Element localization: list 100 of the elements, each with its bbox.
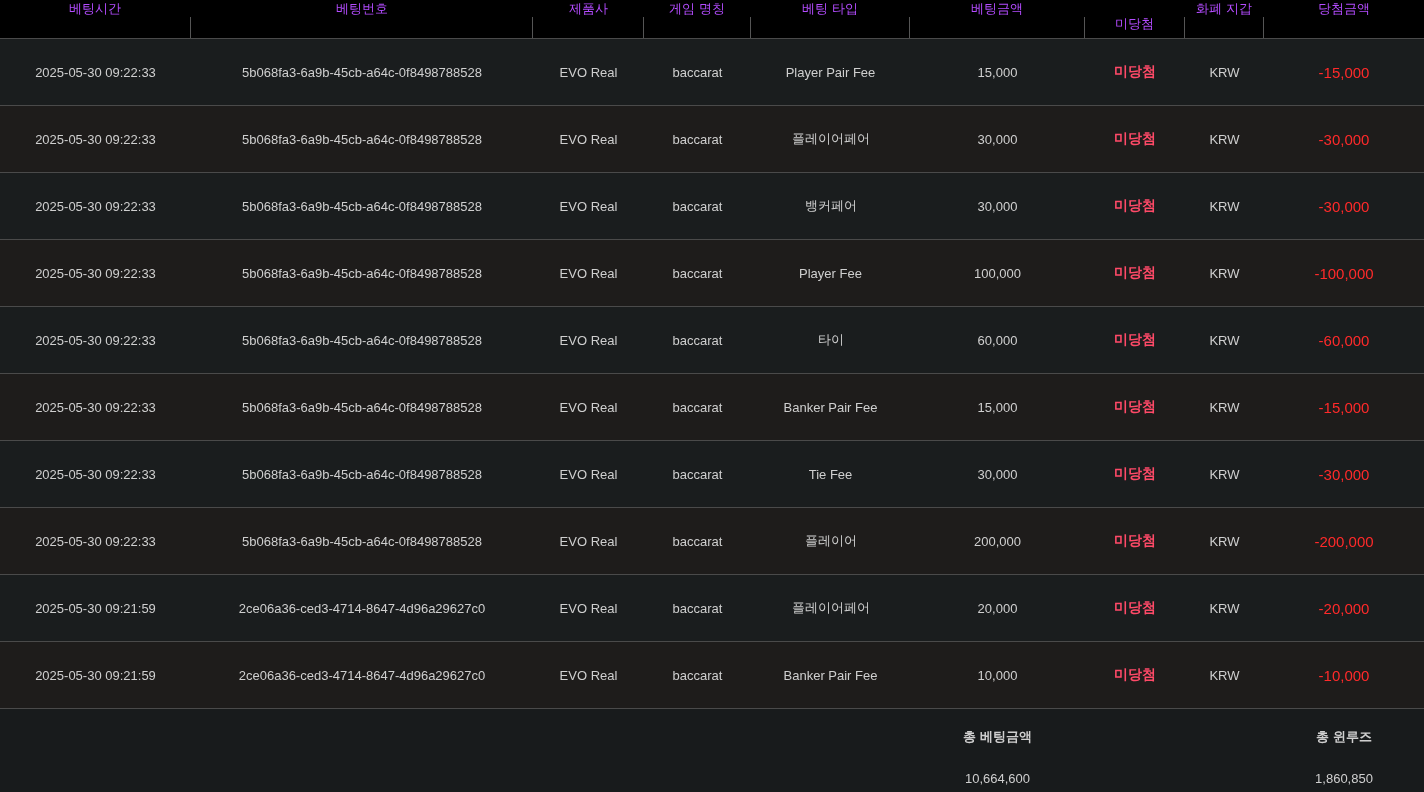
- bet-amount: 15,000: [977, 399, 1018, 415]
- bet-number: 5b068fa3-6a9b-45cb-a64c-0f8498788528: [242, 64, 482, 80]
- bet-type: Banker Pair Fee: [783, 399, 878, 415]
- bet-time: 2025-05-30 09:22:33: [35, 265, 156, 281]
- result-status: 미당첨: [1114, 398, 1156, 416]
- bet-time: 2025-05-30 09:22:33: [35, 64, 156, 80]
- bet-time: 2025-05-30 09:21:59: [35, 667, 156, 683]
- bet-type: 플레이어: [804, 532, 857, 550]
- game-name: baccarat: [672, 399, 723, 415]
- bet-amount: 15,000: [977, 64, 1018, 80]
- win-amount: -20,000: [1318, 599, 1370, 617]
- currency: KRW: [1209, 533, 1240, 549]
- bet-time: 2025-05-30 09:22:33: [35, 466, 156, 482]
- bet-time: 2025-05-30 09:21:59: [35, 600, 156, 616]
- provider-name: EVO Real: [559, 64, 618, 80]
- win-amount: -30,000: [1318, 130, 1370, 148]
- bet-amount: 30,000: [977, 131, 1018, 147]
- bet-type: Player Pair Fee: [785, 64, 876, 80]
- game-name: baccarat: [672, 198, 723, 214]
- provider-name: EVO Real: [559, 198, 618, 214]
- win-amount: -200,000: [1314, 532, 1374, 550]
- bet-number: 5b068fa3-6a9b-45cb-a64c-0f8498788528: [242, 332, 482, 348]
- total-winloss-value: 1,860,850: [1315, 770, 1373, 786]
- currency: KRW: [1209, 265, 1240, 281]
- column-header: 베팅시간: [69, 0, 121, 18]
- provider-name: EVO Real: [559, 667, 618, 683]
- currency: KRW: [1209, 64, 1240, 80]
- currency: KRW: [1209, 198, 1240, 214]
- result-status: 미당첨: [1114, 197, 1156, 215]
- column-header: 베팅번호: [335, 0, 388, 18]
- win-amount: -30,000: [1318, 197, 1370, 215]
- game-name: baccarat: [672, 64, 723, 80]
- column-header: 미당첨: [1115, 15, 1154, 33]
- bet-amount: 30,000: [977, 198, 1018, 214]
- game-name: baccarat: [672, 533, 723, 549]
- total-winloss-label: 총 윈루즈: [1316, 728, 1372, 746]
- result-status: 미당첨: [1114, 666, 1156, 684]
- bet-number: 2ce06a36-ced3-4714-8647-4d96a29627c0: [238, 600, 486, 616]
- provider-name: EVO Real: [559, 131, 618, 147]
- currency: KRW: [1209, 466, 1240, 482]
- bet-type: Tie Fee: [808, 466, 853, 482]
- provider-name: EVO Real: [559, 332, 618, 348]
- currency: KRW: [1209, 667, 1240, 683]
- result-status: 미당첨: [1114, 264, 1156, 282]
- bet-amount: 20,000: [977, 600, 1018, 616]
- win-amount: -100,000: [1314, 264, 1374, 282]
- total-bet-value: 10,664,600: [964, 770, 1031, 786]
- bet-time: 2025-05-30 09:22:33: [35, 131, 156, 147]
- currency: KRW: [1209, 332, 1240, 348]
- column-header: 당첨금액: [1318, 0, 1370, 18]
- win-amount: -15,000: [1318, 63, 1370, 81]
- win-amount: -30,000: [1318, 465, 1370, 483]
- bet-time: 2025-05-30 09:22:33: [35, 198, 156, 214]
- bet-type: 플레이어페어: [791, 130, 870, 148]
- bet-amount: 200,000: [974, 533, 1021, 549]
- bet-type: 플레이어페어: [791, 599, 870, 617]
- bet-number: 5b068fa3-6a9b-45cb-a64c-0f8498788528: [242, 131, 482, 147]
- provider-name: EVO Real: [559, 533, 618, 549]
- column-header: 제품사: [568, 0, 608, 18]
- bet-type: 타이: [817, 331, 844, 349]
- column-header: 베팅 타입: [802, 0, 858, 18]
- bet-amount: 30,000: [977, 466, 1018, 482]
- win-amount: -60,000: [1318, 331, 1370, 349]
- provider-name: EVO Real: [559, 265, 618, 281]
- provider-name: EVO Real: [559, 600, 618, 616]
- bet-number: 5b068fa3-6a9b-45cb-a64c-0f8498788528: [242, 198, 482, 214]
- bet-amount: 100,000: [974, 265, 1021, 281]
- bet-number: 5b068fa3-6a9b-45cb-a64c-0f8498788528: [242, 399, 482, 415]
- game-name: baccarat: [672, 131, 723, 147]
- column-header: 게임 명칭: [669, 0, 725, 18]
- currency: KRW: [1209, 600, 1240, 616]
- bet-number: 2ce06a36-ced3-4714-8647-4d96a29627c0: [238, 667, 486, 683]
- bet-amount: 60,000: [977, 332, 1018, 348]
- game-name: baccarat: [672, 600, 723, 616]
- bet-number: 5b068fa3-6a9b-45cb-a64c-0f8498788528: [242, 466, 482, 482]
- column-header: 화폐 지갑: [1196, 0, 1252, 18]
- result-status: 미당첨: [1114, 465, 1156, 483]
- bet-time: 2025-05-30 09:22:33: [35, 332, 156, 348]
- bet-type: Player Fee: [799, 265, 862, 281]
- provider-name: EVO Real: [559, 466, 618, 482]
- column-header: 베팅금액: [971, 0, 1023, 18]
- result-status: 미당첨: [1114, 331, 1156, 349]
- game-name: baccarat: [672, 667, 723, 683]
- bet-amount: 10,000: [977, 667, 1018, 683]
- result-status: 미당첨: [1114, 130, 1156, 148]
- total-bet-label: 총 베팅금액: [963, 728, 1032, 746]
- game-name: baccarat: [672, 466, 723, 482]
- win-amount: -15,000: [1318, 398, 1370, 416]
- result-status: 미당첨: [1114, 599, 1156, 617]
- bet-number: 5b068fa3-6a9b-45cb-a64c-0f8498788528: [242, 533, 482, 549]
- provider-name: EVO Real: [559, 399, 618, 415]
- bet-type: 뱅커페어: [804, 197, 857, 215]
- win-amount: -10,000: [1318, 666, 1370, 684]
- result-status: 미당첨: [1114, 532, 1156, 550]
- bet-type: Banker Pair Fee: [783, 667, 878, 683]
- bet-time: 2025-05-30 09:22:33: [35, 533, 156, 549]
- result-status: 미당첨: [1114, 63, 1156, 81]
- game-name: baccarat: [672, 265, 723, 281]
- bet-time: 2025-05-30 09:22:33: [35, 399, 156, 415]
- bet-number: 5b068fa3-6a9b-45cb-a64c-0f8498788528: [242, 265, 482, 281]
